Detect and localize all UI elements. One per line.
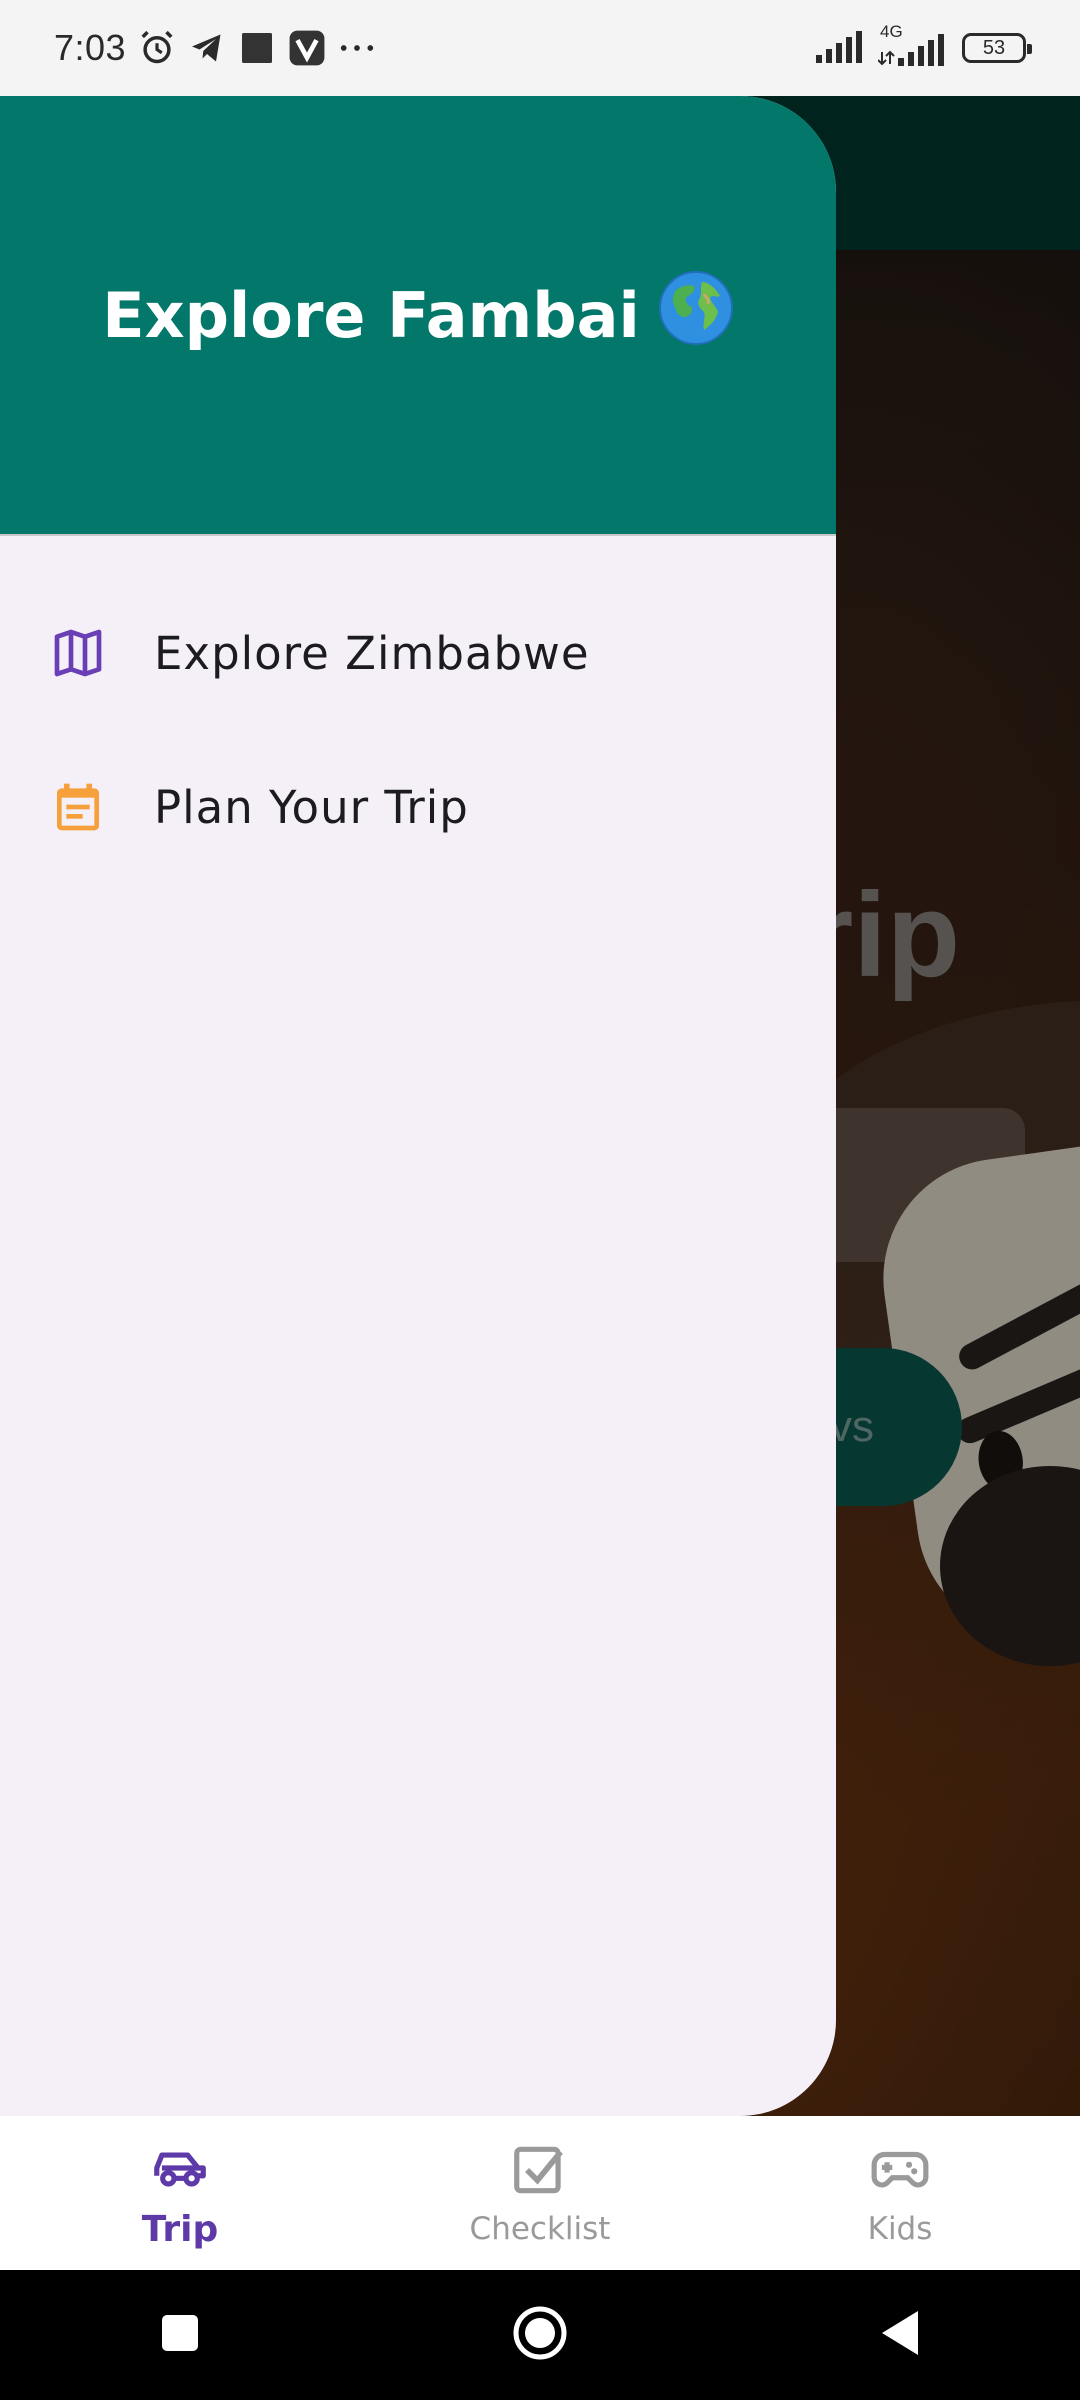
globe-icon [658, 270, 734, 361]
battery-level: 53 [982, 36, 1006, 59]
car-icon [149, 2137, 211, 2203]
recents-button[interactable] [0, 2313, 360, 2357]
drawer-menu: Explore Zimbabwe Plan Your Trip [0, 536, 836, 884]
drawer-title-row: Explore Fambai [102, 270, 733, 361]
nav-label-kids: Kids [867, 2211, 933, 2247]
back-icon [878, 2308, 922, 2362]
home-icon [512, 2305, 568, 2365]
nav-label-checklist: Checklist [469, 2211, 611, 2247]
calendar-note-icon [50, 779, 106, 835]
drawer-title: Explore Fambai [102, 278, 640, 352]
alarm-icon [138, 29, 176, 67]
more-dots-icon [338, 29, 376, 67]
bottom-navigation: Trip Checklist Kids [0, 2116, 1080, 2270]
nav-tab-trip[interactable]: Trip [0, 2137, 360, 2250]
nav-tab-kids[interactable]: Kids [720, 2139, 1080, 2247]
battery-icon: 53 [962, 33, 1032, 63]
telegram-icon [188, 29, 226, 67]
signal-icon [816, 29, 864, 67]
navigation-drawer: Explore Fambai Explore Zimbabwe Plan You… [0, 96, 836, 2116]
status-bar: 7:03 4G 53 [0, 0, 1080, 96]
system-navigation-bar [0, 2270, 1080, 2400]
recents-icon [160, 2313, 200, 2357]
status-right: 4G 53 [816, 22, 1032, 68]
status-time: 7:03 [54, 27, 127, 68]
gamepad-icon [869, 2139, 931, 2205]
home-button[interactable] [360, 2305, 720, 2365]
square-notification-icon [238, 29, 276, 67]
drawer-header: Explore Fambai [0, 96, 836, 536]
signal-4g-icon: 4G [878, 22, 948, 68]
v-app-icon [288, 29, 326, 67]
checkbox-icon [509, 2139, 571, 2205]
nav-label-trip: Trip [141, 2208, 219, 2250]
drawer-item-plan-your-trip[interactable]: Plan Your Trip [0, 730, 836, 884]
drawer-item-label: Plan Your Trip [154, 780, 469, 834]
map-icon [50, 625, 106, 681]
status-left: 7:03 [54, 27, 376, 69]
drawer-item-label: Explore Zimbabwe [154, 626, 590, 680]
back-button[interactable] [720, 2308, 1080, 2362]
nav-tab-checklist[interactable]: Checklist [360, 2139, 720, 2247]
drawer-item-explore-zimbabwe[interactable]: Explore Zimbabwe [0, 576, 836, 730]
